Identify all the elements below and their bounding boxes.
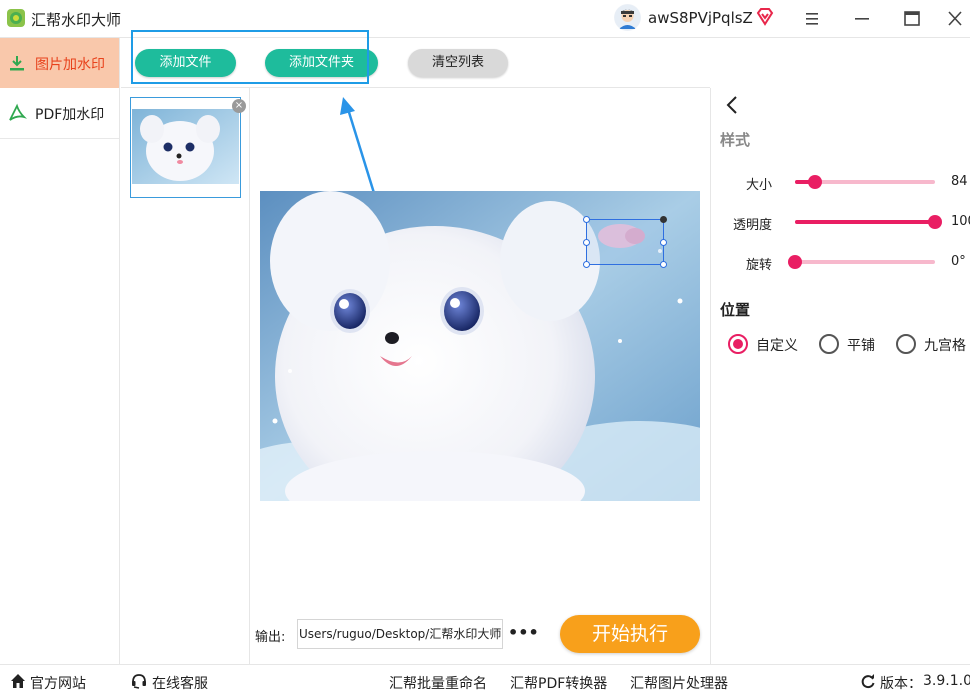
position-section-title: 位置: [720, 301, 751, 319]
size-value: 84: [951, 174, 968, 189]
file-thumbnail[interactable]: ×: [130, 97, 246, 198]
radio-circle: [896, 334, 916, 354]
radio-label: 平铺: [847, 338, 875, 354]
nav-item-pdf-watermark[interactable]: PDF加水印: [0, 88, 119, 138]
rotation-label: 旋转: [745, 258, 772, 273]
opacity-value: 100: [951, 214, 970, 229]
start-button[interactable]: 开始执行: [560, 615, 700, 653]
app-window: 汇帮水印大师 awS8PVjPqlsZ 图片加水印 PDF加水印 添加文件 添加…: [0, 0, 970, 695]
output-path-field[interactable]: Users/ruguo/Desktop/汇帮水印大师: [297, 619, 503, 649]
download-icon: [10, 56, 24, 71]
online-support-link[interactable]: 在线客服: [152, 673, 208, 693]
browse-output-button[interactable]: •••: [508, 623, 539, 642]
version-label: 版本：: [880, 676, 922, 692]
rotation-slider[interactable]: [788, 255, 935, 269]
nav-item-label: 图片加水印: [35, 57, 105, 73]
output-label: 输出:: [255, 630, 286, 645]
username[interactable]: awS8PVjPqlsZ: [648, 9, 753, 27]
remove-file-button[interactable]: ×: [232, 99, 246, 113]
radio-label: 九宫格: [924, 338, 966, 354]
nav-item-label: PDF加水印: [35, 107, 105, 123]
menu-button[interactable]: [797, 6, 827, 32]
left-nav: 图片加水印 PDF加水印: [0, 38, 120, 664]
opacity-slider-fill: [795, 220, 935, 224]
size-label: 大小: [745, 178, 772, 193]
rotation-slider-knob[interactable]: [788, 255, 802, 269]
radio-circle: [819, 334, 839, 354]
nav-item-image-watermark[interactable]: 图片加水印: [0, 38, 119, 88]
resize-handle[interactable]: [660, 239, 667, 246]
pdf-icon: [9, 103, 27, 121]
app-title: 汇帮水印大师: [31, 11, 122, 29]
headset-icon: [132, 674, 146, 689]
chevron-left-icon[interactable]: [724, 95, 740, 115]
version-number: 3.9.1.0: [923, 673, 970, 689]
image-processor-link[interactable]: 汇帮图片处理器: [630, 673, 728, 693]
size-slider[interactable]: [795, 175, 935, 189]
minimize-icon: [855, 18, 869, 20]
resize-handle[interactable]: [583, 216, 590, 223]
rename-tool-link[interactable]: 汇帮批量重命名: [389, 673, 487, 693]
resize-handle[interactable]: [583, 239, 590, 246]
thumbnail-image: [132, 109, 239, 184]
nav-divider: [0, 138, 119, 139]
opacity-slider[interactable]: [795, 215, 942, 229]
opacity-slider-knob[interactable]: [928, 215, 942, 229]
close-icon: [948, 11, 962, 26]
radio-label: 自定义: [756, 338, 798, 354]
home-icon: [11, 674, 25, 688]
menu-icon: [806, 13, 818, 25]
radio-circle: [728, 334, 748, 354]
highlight-annotation-box: [131, 30, 369, 84]
app-logo-icon: [7, 9, 25, 27]
opacity-label: 透明度: [732, 218, 772, 233]
avatar-icon: [614, 4, 641, 31]
clear-list-button[interactable]: 清空列表: [408, 49, 508, 77]
close-button[interactable]: [940, 6, 970, 32]
file-list: ×: [121, 88, 250, 664]
minimize-button[interactable]: [847, 6, 877, 32]
size-slider-knob[interactable]: [807, 175, 822, 189]
official-website-link[interactable]: 官方网站: [30, 673, 86, 693]
refresh-icon[interactable]: [860, 673, 876, 689]
avatar[interactable]: [614, 4, 641, 31]
style-section-title: 样式: [720, 131, 751, 149]
vip-diamond-icon[interactable]: [755, 7, 775, 27]
rotation-value: 0°: [951, 254, 966, 269]
rotate-handle[interactable]: [660, 216, 667, 223]
maximize-icon: [904, 11, 920, 26]
watermark-selection[interactable]: [583, 216, 667, 268]
footer: 官方网站 在线客服 汇帮批量重命名 汇帮PDF转换器 汇帮图片处理器 版本： 3…: [0, 664, 970, 695]
resize-handle[interactable]: [583, 261, 590, 268]
maximize-button[interactable]: [897, 6, 927, 32]
resize-handle[interactable]: [660, 261, 667, 268]
pdf-converter-link[interactable]: 汇帮PDF转换器: [510, 673, 607, 693]
